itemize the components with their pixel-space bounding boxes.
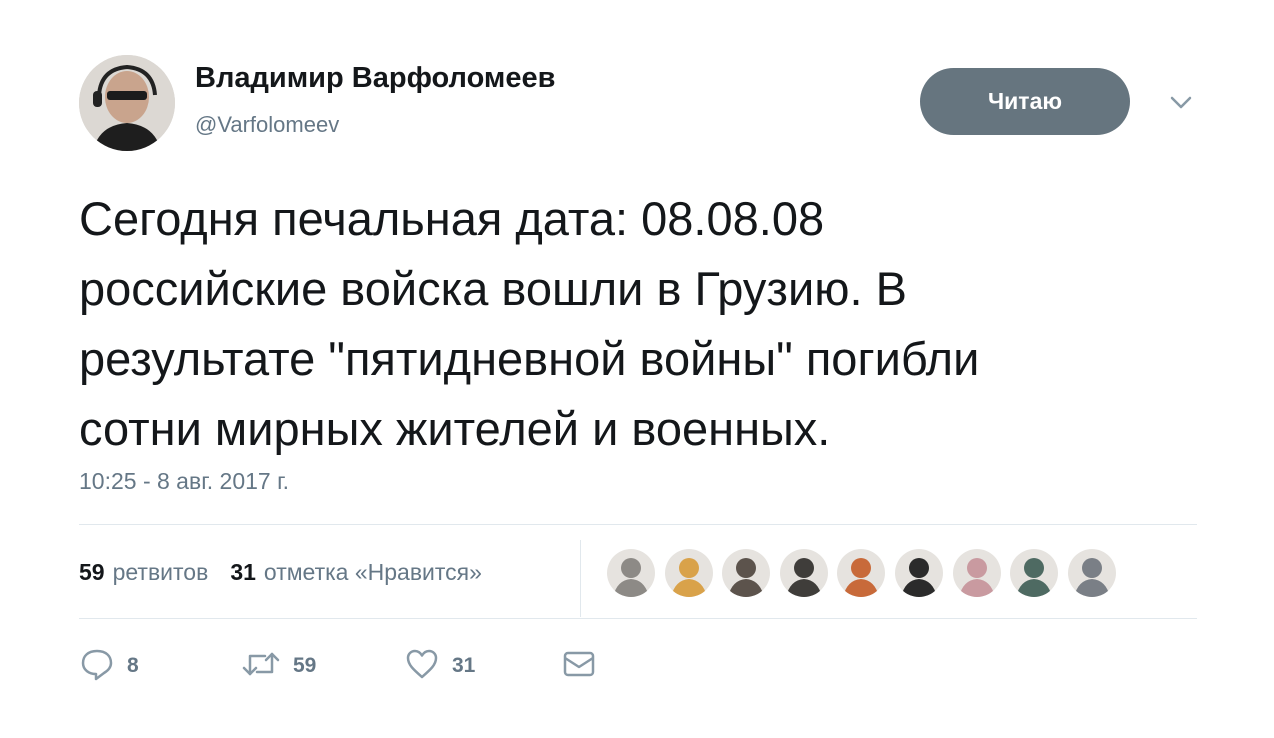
liker-avatar-1[interactable] bbox=[606, 548, 656, 598]
tweet-text-line: российские войска вошли в Грузию. В bbox=[79, 262, 907, 315]
retweets-count: 59 bbox=[79, 558, 105, 585]
tweet-text-line: результате "пятидневной войны" погибли bbox=[79, 332, 980, 385]
tweet-text-line: Сегодня печальная дата: 08.08.08 bbox=[79, 192, 825, 245]
liker-avatar-4[interactable] bbox=[778, 548, 829, 598]
author-handle[interactable]: @Varfolomeev bbox=[195, 112, 339, 138]
reply-icon bbox=[79, 646, 115, 687]
liker-avatar-3[interactable] bbox=[721, 548, 772, 598]
liker-avatar-5[interactable] bbox=[836, 548, 887, 598]
divider-top bbox=[79, 524, 1197, 525]
retweet-button[interactable]: 59 bbox=[241, 646, 316, 686]
following-button[interactable]: Читаю bbox=[920, 68, 1130, 135]
tweet-timestamp[interactable]: 10:25 - 8 авг. 2017 г. bbox=[79, 468, 289, 495]
stats-divider bbox=[580, 540, 581, 617]
tweet-text: Сегодня печальная дата: 08.08.08 российс… bbox=[79, 184, 1209, 464]
likes-label: отметка «Нравится» bbox=[263, 558, 482, 585]
envelope-icon bbox=[562, 649, 596, 684]
likes-count: 31 bbox=[230, 558, 256, 585]
direct-message-button[interactable] bbox=[562, 646, 596, 686]
reply-count: 8 bbox=[127, 654, 139, 677]
reply-button[interactable]: 8 bbox=[79, 646, 139, 686]
author-name[interactable]: Владимир Варфоломеев bbox=[195, 62, 555, 95]
liker-avatar-9[interactable] bbox=[1066, 548, 1117, 598]
tweet-stats: 59 ретвитов 31 отметка «Нравится» bbox=[79, 557, 482, 587]
retweets-label: ретвитов bbox=[112, 558, 209, 585]
like-count: 31 bbox=[452, 654, 476, 677]
liker-avatar-6[interactable] bbox=[894, 548, 944, 598]
tweet-text-line: сотни мирных жителей и военных. bbox=[79, 402, 831, 455]
liker-avatar-2[interactable] bbox=[663, 548, 714, 598]
author-avatar[interactable] bbox=[79, 55, 175, 151]
retweet-count: 59 bbox=[293, 654, 317, 677]
retweet-icon bbox=[241, 646, 281, 687]
liker-avatar-8[interactable] bbox=[1009, 548, 1060, 598]
like-button[interactable]: 31 bbox=[404, 646, 475, 686]
liker-avatar-7[interactable] bbox=[951, 548, 1002, 598]
chevron-down-icon[interactable] bbox=[1168, 93, 1194, 113]
divider-bottom bbox=[79, 618, 1197, 619]
retweets-stat[interactable]: 59 ретвитов bbox=[79, 559, 208, 586]
heart-icon bbox=[404, 646, 440, 687]
likes-stat[interactable]: 31 отметка «Нравится» bbox=[230, 559, 482, 586]
